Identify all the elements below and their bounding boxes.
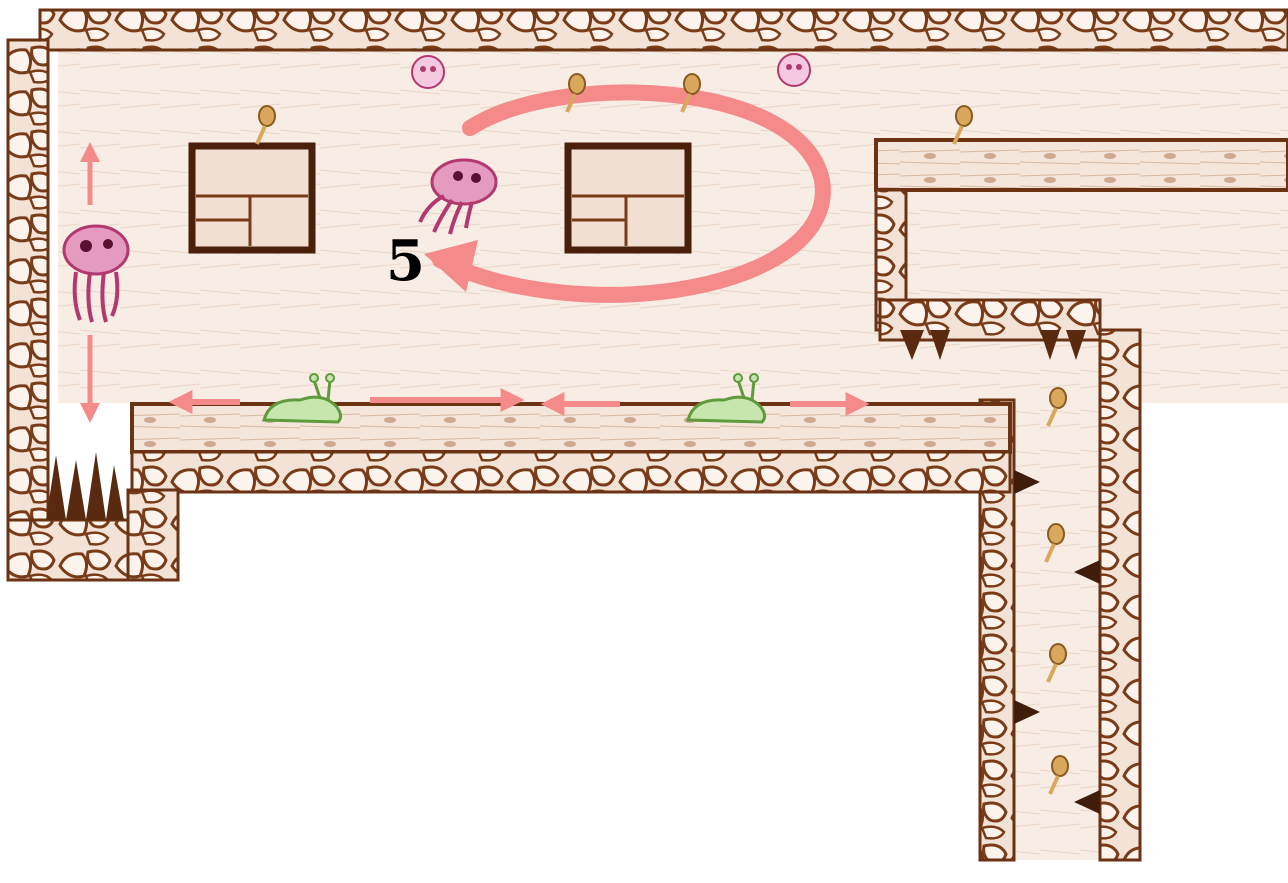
floating-block-right <box>564 142 692 254</box>
upper-right-ledge <box>874 138 1288 192</box>
level-map: 5 <box>6 8 1288 862</box>
urchin-icon[interactable] <box>411 55 445 89</box>
enemy-order-label: 5 <box>386 228 425 294</box>
lower-platform-top <box>130 402 1012 454</box>
floor-spikes <box>46 452 124 520</box>
lower-platform-stones <box>130 450 1012 494</box>
left-wall <box>6 38 50 582</box>
floating-block-left <box>188 142 316 254</box>
bottom-left-corner <box>6 518 130 582</box>
lower-platform-base <box>126 488 180 582</box>
urchin-icon[interactable] <box>777 53 811 87</box>
ceiling-wall <box>38 8 1288 52</box>
shaft-right-wall <box>1098 328 1142 862</box>
